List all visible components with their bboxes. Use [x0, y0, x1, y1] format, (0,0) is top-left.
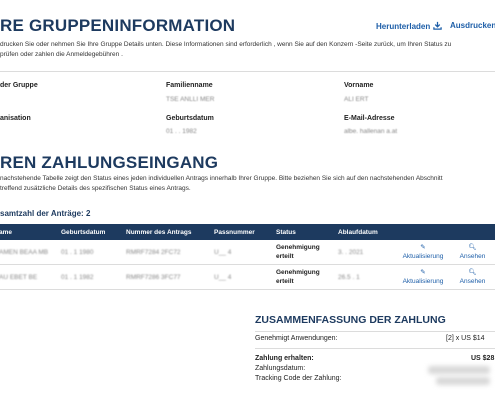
update-label: Aktualisierung [402, 253, 444, 260]
approved-label: Genehmigt Anwendungen: [255, 335, 338, 342]
redacted-tracking [436, 377, 490, 385]
intro-line-1: drucken Sie oder nehmen Sie Ihre Gruppe … [0, 41, 452, 48]
pencil-icon: ✎ [420, 244, 426, 251]
summary-divider [255, 348, 495, 349]
download-label: Herunterladen [376, 22, 431, 31]
print-label: Ausdrucken [450, 21, 495, 30]
pencil-icon: ✎ [420, 269, 426, 276]
col-expiry: Ablaufdatum [338, 228, 378, 236]
email-label: E-Mail-Adresse [344, 115, 395, 122]
table-row: AU EBET BE 01 . 1 1982 RMRF7286 3FC77 U_… [0, 264, 495, 290]
summary-title: ZUSAMMENFASSUNG DER ZAHLUNG [255, 314, 446, 326]
update-label: Aktualisierung [402, 278, 444, 285]
search-icon: 🔍︎ [468, 269, 477, 276]
view-button[interactable]: 🔍︎ Ansehen [446, 264, 495, 290]
row-expiry: 26.5 . 1 [334, 264, 396, 290]
payment-title: REN ZAHLUNGSEINGANG [0, 153, 219, 172]
update-button[interactable]: ✎ Aktualisierung [396, 240, 446, 265]
view-label: Ansehen [459, 253, 486, 260]
intro-text: drucken Sie oder nehmen Sie Ihre Gruppe … [0, 40, 495, 60]
row-dob: 01 . 1 1982 [57, 264, 122, 290]
tracking-code-label: Tracking Code der Zahlung: [255, 375, 342, 382]
dob-label: Geburtsdatum [166, 115, 214, 122]
redacted-date [428, 366, 490, 374]
search-icon: 🔍︎ [468, 244, 477, 251]
col-view [446, 224, 495, 240]
download-icon [433, 21, 442, 32]
status-line-1: Genehmigung [276, 244, 320, 251]
download-link[interactable]: Herunterladen [376, 21, 442, 32]
view-button[interactable]: 🔍︎ Ansehen [446, 240, 495, 265]
col-name: ame [0, 228, 13, 236]
group-label: der Gruppe [0, 82, 38, 89]
divider [0, 71, 495, 72]
status-line-1: Genehmigung [276, 269, 320, 276]
row-passport: U__ 4 [210, 240, 272, 265]
payment-line-1: nachstehende Tabelle zeigt den Status ei… [0, 175, 443, 182]
payment-text: nachstehende Tabelle zeigt den Status ei… [0, 174, 495, 194]
row-name: AMEN BEAA MB [0, 240, 57, 265]
print-link[interactable]: Ausdrucken [450, 21, 495, 30]
row-passport: U__ 4 [210, 264, 272, 290]
summary-divider [255, 331, 495, 332]
email-value: albe. hallenan a.at [344, 128, 398, 135]
first-name-label: Vorname [344, 82, 374, 89]
received-value: US $28 [471, 355, 495, 362]
col-passport: Passnummer [214, 228, 255, 236]
page-title: RE GRUPPENINFORMATION [0, 16, 236, 35]
family-name-value: TSE ANLLI MER [166, 96, 215, 103]
payment-table: ame Geburtsdatum Nummer des Antrags Pass… [0, 224, 495, 290]
row-dob: 01 . 1 1980 [57, 240, 122, 265]
row-status: Genehmigung erteilt [272, 240, 334, 265]
payment-line-2: treffend zusätzliche Details des spezifi… [0, 185, 191, 192]
table-header-row: ame Geburtsdatum Nummer des Antrags Pass… [0, 224, 495, 240]
organisation-label: anisation [0, 115, 31, 122]
col-update [396, 224, 446, 240]
update-button[interactable]: ✎ Aktualisierung [396, 264, 446, 290]
group-value [0, 96, 20, 103]
col-dob: Geburtsdatum [61, 228, 106, 236]
row-name: AU EBET BE [0, 264, 57, 290]
col-app-number: Nummer des Antrags [126, 228, 192, 236]
status-line-2: erteilt [276, 278, 294, 285]
status-line-2: erteilt [276, 253, 294, 260]
table-row: AMEN BEAA MB 01 . 1 1980 RMRF7284 2FC72 … [0, 240, 495, 265]
row-app-number: RMRF7284 2FC72 [122, 240, 210, 265]
row-app-number: RMRF7286 3FC77 [122, 264, 210, 290]
dob-value: 01 . . 1982 [166, 128, 197, 135]
col-status: Status [276, 228, 296, 236]
received-label: Zahlung erhalten: [255, 355, 314, 362]
application-count: samtzahl der Anträge: 2 [0, 209, 91, 218]
intro-line-2: prüfen oder zahlen die Anmeldegebühren . [0, 51, 123, 58]
view-label: Ansehen [459, 278, 486, 285]
family-name-label: Familienname [166, 82, 213, 89]
row-expiry: 3. . 2021 [334, 240, 396, 265]
payment-date-label: Zahlungsdatum: [255, 365, 306, 372]
approved-value: [2] x US $14 [446, 335, 485, 342]
first-name-value: ALI ERT [344, 96, 369, 103]
row-status: Genehmigung erteilt [272, 264, 334, 290]
